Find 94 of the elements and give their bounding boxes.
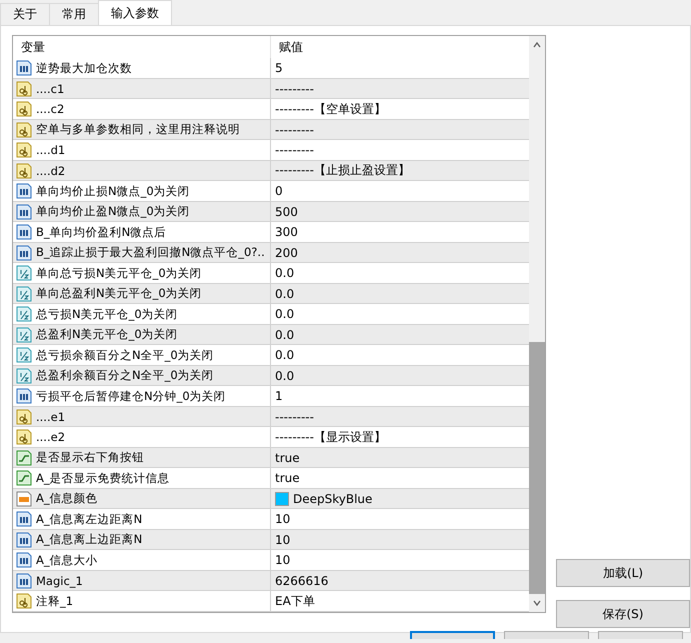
parameter-value[interactable]: EA下单 bbox=[275, 592, 315, 610]
number-type-icon bbox=[16, 183, 32, 200]
parameter-name: 总盈利余额百分之N全平_0为关闭 bbox=[36, 368, 214, 384]
parameter-name: 是否显示右下角按钮 bbox=[36, 450, 144, 466]
parameter-name: 单向均价止损N微点_0为关闭 bbox=[36, 184, 190, 199]
scrollbar[interactable] bbox=[529, 36, 545, 612]
parameter-name: ....c2 bbox=[36, 102, 64, 116]
parameter-name: A_信息颜色 bbox=[36, 491, 98, 506]
tab[interactable]: 输入参数 bbox=[98, 0, 172, 25]
text-type-icon bbox=[16, 80, 32, 97]
parameter-value[interactable]: 10 bbox=[275, 532, 290, 547]
parameter-name: 单向总亏损N美元平仓_0为关闭 bbox=[36, 266, 202, 281]
text-type-icon bbox=[16, 142, 32, 158]
parameter-value[interactable]: 5 bbox=[275, 61, 283, 76]
number-type-icon bbox=[16, 204, 32, 220]
text-type-icon bbox=[16, 101, 32, 118]
parameter-value[interactable]: 500 bbox=[275, 204, 298, 219]
parameter-name: 注释_1 bbox=[36, 594, 74, 609]
parameter-name: ....d2 bbox=[36, 164, 66, 178]
parameter-value[interactable]: 10 bbox=[275, 512, 290, 526]
parameter-name: 逆势最大加仓次数 bbox=[36, 60, 132, 76]
parameter-name: B_追踪止损于最大盈利回撤N微点平仓_0?.. bbox=[36, 245, 265, 260]
column-header: 变量 bbox=[13, 36, 271, 58]
parameter-value[interactable]: 0.0 bbox=[275, 286, 294, 301]
dialog-button[interactable] bbox=[598, 631, 683, 639]
parameter-name: ....e1 bbox=[36, 410, 66, 424]
text-type-icon bbox=[16, 162, 32, 179]
tab[interactable]: 关于 bbox=[0, 3, 50, 25]
parameter-value[interactable]: --------- bbox=[275, 122, 314, 137]
column-header: 赋值 bbox=[278, 38, 304, 56]
chevron-down-icon[interactable] bbox=[532, 598, 542, 608]
parameter-value[interactable]: 1 bbox=[275, 389, 283, 404]
parameter-name: A_信息大小 bbox=[36, 552, 98, 568]
parameter-value[interactable]: --------- bbox=[275, 410, 314, 424]
parameter-name: 总亏损余额百分之N全平_0为关闭 bbox=[36, 348, 214, 363]
parameter-value[interactable]: true bbox=[275, 450, 300, 465]
parameter-name: 总亏损N美元平仓_0为关闭 bbox=[36, 306, 178, 322]
parameter-name: ....e2 bbox=[36, 430, 66, 444]
text-type-icon bbox=[16, 408, 32, 425]
parameter-value[interactable]: 200 bbox=[275, 246, 298, 260]
switch-type-icon bbox=[16, 470, 32, 486]
parameter-name: 空单与多单参数相同，这里用注释说明 bbox=[36, 122, 240, 138]
text-type-icon bbox=[16, 429, 32, 446]
text-type-icon bbox=[16, 122, 32, 138]
parameter-value[interactable]: ---------【空单设置】 bbox=[275, 100, 386, 118]
parameter-value[interactable]: DeepSkyBlue bbox=[293, 492, 372, 506]
color-type-icon bbox=[16, 490, 32, 507]
parameter-value[interactable]: ---------【显示设置】 bbox=[275, 428, 386, 446]
number-type-icon bbox=[16, 552, 32, 568]
parameter-value[interactable]: 0.0 bbox=[275, 368, 294, 383]
number-type-icon bbox=[16, 388, 32, 404]
number-type-icon bbox=[16, 224, 32, 240]
parameter-name: Magic_1 bbox=[36, 574, 83, 588]
switch-type-icon bbox=[16, 450, 32, 466]
number-type-icon bbox=[16, 572, 32, 589]
dialog-button[interactable] bbox=[504, 631, 589, 639]
parameter-value[interactable]: --------- bbox=[275, 143, 314, 158]
fraction-type-icon bbox=[16, 347, 32, 364]
parameter-name: B_单向均价盈利N微点后 bbox=[36, 224, 166, 240]
parameter-value[interactable]: 0 bbox=[275, 184, 283, 198]
parameter-value[interactable]: 0.0 bbox=[275, 348, 294, 362]
fraction-type-icon bbox=[16, 368, 32, 384]
number-type-icon bbox=[16, 244, 32, 261]
chevron-up-icon[interactable] bbox=[532, 40, 542, 50]
fraction-type-icon bbox=[16, 265, 32, 282]
number-type-icon bbox=[16, 511, 32, 528]
parameter-value[interactable]: 300 bbox=[275, 225, 298, 240]
parameter-value[interactable]: 0.0 bbox=[275, 307, 294, 322]
parameter-value[interactable]: 0.0 bbox=[275, 328, 294, 342]
parameter-value[interactable]: 10 bbox=[275, 553, 290, 568]
save-button[interactable]: 保存(S) bbox=[556, 600, 690, 628]
number-type-icon bbox=[16, 60, 32, 76]
parameter-value[interactable]: true bbox=[275, 471, 300, 486]
dialog-button[interactable] bbox=[410, 631, 495, 639]
parameter-value[interactable]: ---------【止损止盈设置】 bbox=[275, 162, 410, 180]
parameter-name: 亏损平仓后暂停建仓N分钟_0为关闭 bbox=[36, 388, 226, 404]
load-button[interactable]: 加载(L) bbox=[556, 559, 690, 587]
fraction-type-icon bbox=[16, 306, 32, 322]
parameter-name: A_是否显示免费统计信息 bbox=[36, 470, 170, 486]
number-type-icon bbox=[16, 532, 32, 548]
fraction-type-icon bbox=[16, 286, 32, 302]
text-type-icon bbox=[16, 593, 32, 610]
parameter-name: A_信息离上边距离N bbox=[36, 532, 142, 548]
parameter-name: A_信息离左边距离N bbox=[36, 512, 142, 527]
parameter-value[interactable]: 6266616 bbox=[275, 574, 328, 588]
parameter-name: 总盈利N美元平仓_0为关闭 bbox=[36, 327, 178, 342]
parameter-name: 单向均价止盈N微点_0为关闭 bbox=[36, 204, 190, 220]
parameter-value[interactable]: 0.0 bbox=[275, 266, 294, 280]
scrollbar-thumb[interactable] bbox=[529, 342, 545, 594]
parameter-name: 单向总盈利N美元平仓_0为关闭 bbox=[36, 286, 202, 302]
parameter-name: ....d1 bbox=[36, 143, 66, 158]
parameter-value[interactable]: --------- bbox=[275, 82, 314, 96]
fraction-type-icon bbox=[16, 326, 32, 343]
parameter-name: ....c1 bbox=[36, 82, 64, 96]
